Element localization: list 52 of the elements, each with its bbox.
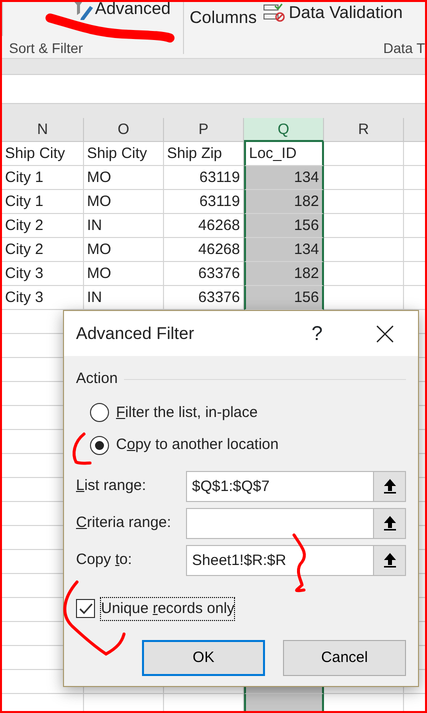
ribbon-button[interactable]: Advanced: [71, 2, 171, 22]
collapse-button[interactable]: [374, 508, 406, 538]
table-cell: MO: [84, 262, 164, 286]
group-label: Data T: [383, 39, 425, 58]
column-header[interactable]: O: [84, 118, 164, 142]
input-field[interactable]: $Q$1:$Q$7: [186, 470, 374, 502]
checkbox-label[interactable]: Unique records only: [101, 598, 234, 620]
table-cell: MO: [84, 166, 164, 190]
table-cell: Ship Zip: [164, 142, 244, 166]
field-label: List range:: [76, 476, 148, 496]
annotation-mark: [292, 534, 306, 592]
annotation-mark: [72, 432, 92, 465]
table-cell: 182: [244, 190, 324, 214]
radio-option[interactable]: Copy to another location: [90, 434, 406, 456]
table-cell: MO: [84, 190, 164, 214]
table-cell: City 2: [2, 238, 84, 262]
dialog-title: Advanced Filter: [76, 322, 194, 345]
table-cell: City 1: [2, 190, 84, 214]
table-cell: 182: [244, 262, 324, 286]
column-header[interactable]: P: [164, 118, 244, 142]
table-cell: City 2: [2, 214, 84, 238]
upload-arrow-icon: [382, 552, 396, 568]
field-label: Copy to:: [76, 550, 133, 570]
field-label: Criteria range:: [76, 512, 172, 533]
table-cell: 156: [244, 286, 324, 310]
column-header[interactable]: N: [2, 118, 84, 142]
table-cell: 134: [244, 166, 324, 190]
table-cell: City 3: [2, 262, 84, 286]
table-cell: IN: [84, 214, 164, 238]
upload-arrow-icon: [382, 515, 396, 531]
group-label: Action: [76, 369, 118, 389]
table-cell: Ship City: [2, 142, 84, 166]
column-header[interactable]: R: [324, 118, 404, 142]
radio-option[interactable]: Filter the list, in-place: [90, 402, 406, 424]
column-header[interactable]: Q: [244, 118, 324, 142]
group-label: Sort & Filter: [9, 39, 83, 58]
input-field[interactable]: [186, 508, 374, 538]
collapse-button[interactable]: [374, 470, 406, 502]
ribbon-button[interactable]: Data Validation: [262, 2, 403, 26]
upload-arrow-icon: [382, 478, 396, 494]
table-cell: City 1: [2, 166, 84, 190]
checkbox[interactable]: [76, 599, 95, 618]
ok-button[interactable]: OK: [142, 640, 265, 676]
table-cell: MO: [84, 238, 164, 262]
collapse-button[interactable]: [374, 544, 406, 576]
table-cell: 156: [244, 214, 324, 238]
validation-icon: [262, 2, 285, 23]
input-field[interactable]: Sheet1!$R:$R: [186, 544, 374, 576]
table-cell: 134: [244, 238, 324, 262]
close-button[interactable]: [374, 322, 396, 344]
ribbon-button[interactable]: Columns: [190, 5, 257, 30]
table-cell: Ship City: [84, 142, 164, 166]
